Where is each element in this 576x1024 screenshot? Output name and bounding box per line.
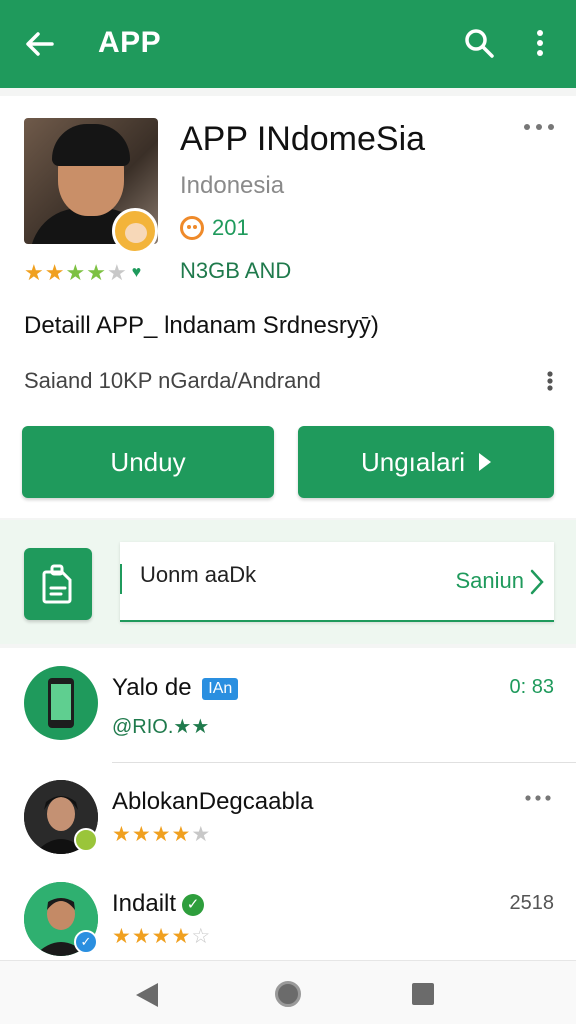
list-item-name: Indailt ✓ (112, 890, 205, 918)
nav-home-icon[interactable] (275, 981, 301, 1007)
list-item-right: 2518 (509, 892, 555, 914)
text-caret (120, 564, 122, 594)
download-button-label: Unduу (110, 446, 186, 477)
app-subline: Saiand 10KP nGarda/Andrand (24, 368, 321, 393)
play-icon (479, 453, 492, 471)
more-horizontal-icon[interactable] (524, 794, 552, 802)
list-item[interactable]: Yalo de IAn @RIO.★★ 0: 83 (0, 648, 576, 748)
save-action[interactable]: Saniun (455, 568, 524, 594)
download-count: 201 (180, 214, 249, 242)
download-button[interactable]: Unduу (22, 426, 274, 498)
search-field[interactable]: Uonm aaDk Saniun (120, 542, 554, 622)
count-icon (180, 216, 204, 240)
search-icon[interactable] (462, 26, 496, 60)
app-region: Indonesia (180, 172, 285, 199)
more-vertical-icon[interactable] (546, 370, 554, 392)
rating-stars: ★ ★ ★ ★ ★ ♥ (24, 260, 142, 285)
app-list: Yalo de IAn @RIO.★★ 0: 83 AblokanDegcaab… (0, 648, 576, 960)
list-item-stars: ★ ★ ★ ★ ☆ (112, 925, 211, 948)
chevron-right-icon[interactable] (530, 568, 544, 596)
count-value: 201 (212, 215, 249, 240)
action-strip: Uonm aaDk Saniun (0, 520, 576, 644)
list-item-name: Yalo de IAn (112, 674, 239, 702)
app-meta: N3GB AND (180, 258, 292, 283)
phone-avatar-icon (24, 666, 98, 740)
page-title: APP (98, 26, 162, 59)
app-bar: APP (0, 0, 576, 88)
more-horizontal-icon[interactable] (522, 122, 556, 132)
app-detail-card: APP INdomeSia Indonesia 201 ★ ★ ★ ★ ★ ♥ N3GB … (0, 96, 576, 518)
list-item-sub: @RIO.★★ (112, 716, 210, 738)
nav-back-icon[interactable] (136, 983, 158, 1007)
search-field-value: Uonm aaDk (140, 562, 257, 587)
heart-icon: ♥ (131, 264, 142, 281)
open-button[interactable]: Ungıalari (298, 426, 554, 498)
list-item[interactable]: ✓ Indailt ✓ 2518 ★ ★ ★ ★ ☆ (0, 864, 576, 964)
list-item-stars: ★ ★ ★ ★ ★ (112, 823, 211, 846)
list-item-right: 0: 83 (509, 676, 554, 698)
list-item-name: AblokanDegcaabla (112, 788, 314, 815)
app-name: APP INdomeSia (180, 120, 426, 158)
list-item-tag: IAn (202, 677, 239, 700)
open-button-label: Ungıalari (360, 446, 466, 477)
nav-recents-icon[interactable] (412, 983, 434, 1005)
overflow-menu-icon[interactable] (528, 26, 552, 60)
status-badge (74, 828, 98, 852)
app-detail-text: Detaill APP_ lndanam Srdnesryȳ) (24, 312, 379, 339)
list-item[interactable]: AblokanDegcaabla ★ ★ ★ ★ ★ (0, 762, 576, 862)
verified-icon: ✓ (74, 930, 98, 954)
check-icon: ✓ (182, 893, 205, 916)
mascot-badge-icon (112, 208, 158, 254)
document-button[interactable] (24, 548, 92, 620)
system-nav-bar (0, 960, 576, 1024)
document-icon (42, 564, 72, 604)
back-arrow-icon[interactable] (22, 26, 58, 62)
